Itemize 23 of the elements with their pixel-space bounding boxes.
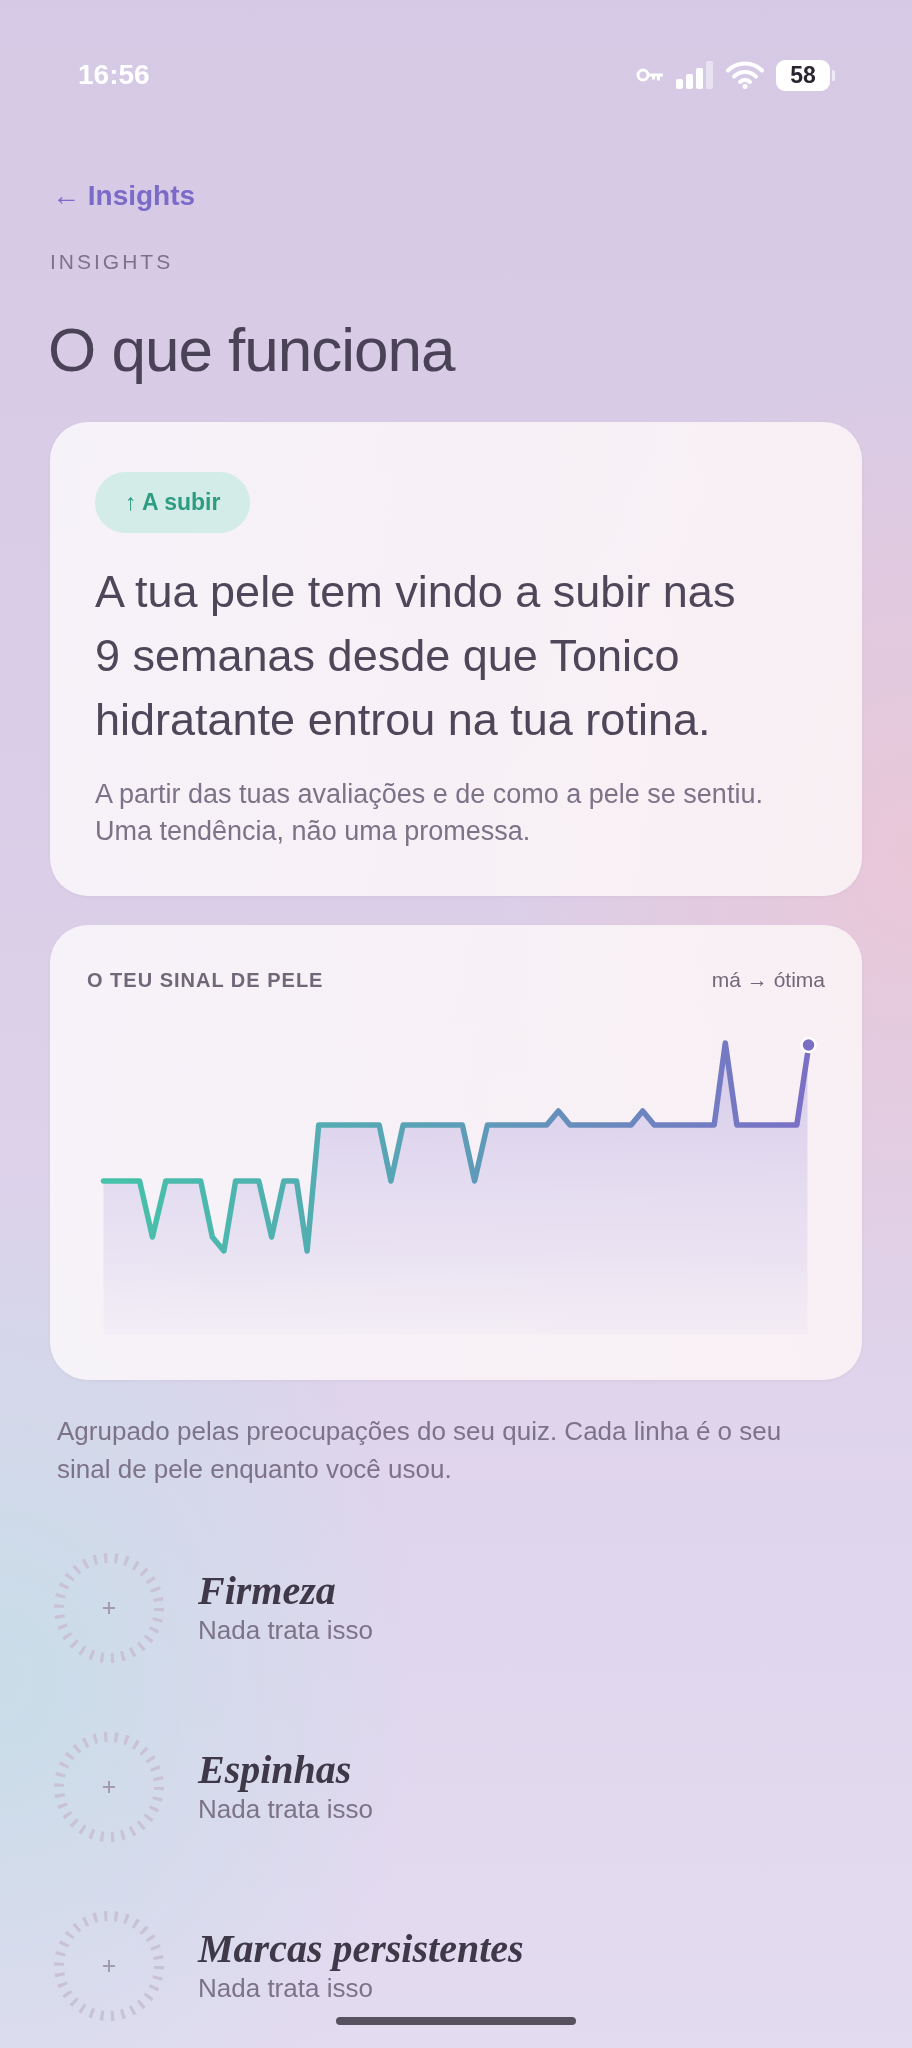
concern-status: Nada trata isso [198,1793,373,1826]
page-title: O que funciona [48,314,455,386]
battery-indicator: 58 [776,59,835,91]
concern-name: Espinhas [198,1748,353,1792]
concern-status: Nada trata isso [198,1972,374,2005]
key-icon [636,67,664,83]
section-label: INSIGHTS [50,249,174,275]
trend-badge: ↑ A subir [95,472,251,533]
signal-icon [676,61,714,89]
concern-name: Firmeza [198,1569,337,1613]
concern-status: Nada trata isso [198,1614,373,1647]
dashed-ring-plus-icon [53,1731,165,1843]
end-dot-icon [800,1036,817,1054]
summary-headline: A tua pele tem vindo a subir nas 9 semanas desde que Tonico hidratante entrou na tua rotina. [95,565,737,747]
summary-note: A partir das tuas avaliações e de como a pele se sentiu. Uma tendência, não uma promessa. [95,778,764,848]
concern-name: Marcas persistentes [198,1927,524,1971]
grouping-caption: Agrupado pelas preocupações do seu quiz. Cada linha é o seu sinal de pele enquanto você usou. [57,1415,783,1486]
dashed-ring-plus-icon [53,1910,165,2022]
wifi-icon [726,61,764,89]
back-link[interactable]: ← Insights [52,178,196,214]
chart-title: O TEU SINAL DE PELE [87,968,324,993]
scale-label: má → ótima [711,967,825,993]
dashed-ring-plus-icon [53,1552,165,1664]
